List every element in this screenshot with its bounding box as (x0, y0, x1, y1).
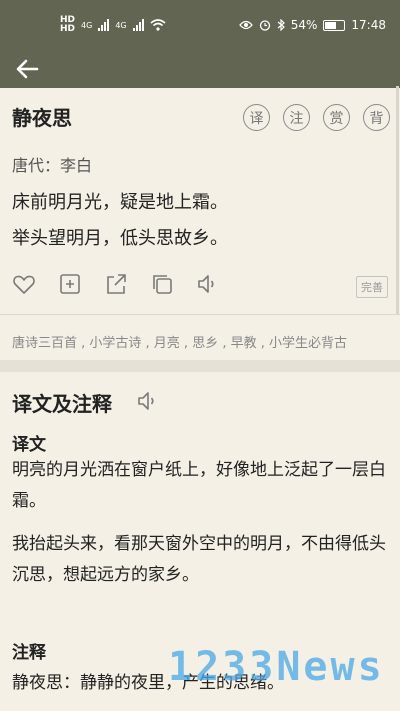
network-left-label: 4G (81, 20, 93, 30)
appreciate-button[interactable]: 赏 (323, 104, 350, 131)
translation-paragraph: 我抬起头来，看那天窗外空中的明月，不由得低头沉思，想起远方的家乡。 (12, 534, 386, 585)
section-divider (0, 360, 400, 372)
network-right-label: 4G (115, 20, 127, 30)
poem-author: 唐代：李白 (12, 156, 93, 175)
status-left: HD HD 4G 4G (60, 16, 166, 34)
annotate-button[interactable]: 注 (283, 104, 310, 131)
speaker-icon[interactable] (136, 389, 160, 413)
notes-subtitle: 注释 (12, 643, 46, 663)
wifi-icon (150, 19, 166, 31)
done-badge[interactable]: 完善 (356, 276, 388, 298)
watermark: 1233News (168, 644, 385, 690)
alarm-icon (259, 20, 270, 31)
clock: 17:48 (351, 18, 386, 32)
hd-badge: HD HD (60, 15, 76, 34)
back-button[interactable] (10, 54, 44, 84)
translation-subtitle: 译文 (12, 435, 46, 455)
poem-line: 床前明月光，疑是地上霜。 (12, 192, 228, 213)
eye-icon (238, 20, 253, 30)
divider (0, 314, 400, 315)
poem-card: 静夜思 译 注 赏 背 唐代：李白 床前明月光，疑是地上霜。 举头望明月，低头思… (0, 88, 400, 360)
app-bar (0, 50, 400, 88)
heart-icon[interactable] (12, 272, 36, 296)
share-icon[interactable] (104, 272, 128, 296)
battery-icon (323, 19, 346, 31)
status-bar: HD HD 4G 4G 54% 17:48 (0, 0, 400, 50)
recite-button[interactable]: 背 (363, 104, 390, 131)
status-right: 54% 17:48 (238, 18, 386, 32)
battery-percent: 54% (290, 18, 318, 32)
poem-mode-buttons: 译 注 赏 背 (243, 104, 390, 131)
plus-square-icon[interactable] (58, 272, 82, 296)
bluetooth-icon (277, 19, 285, 31)
speaker-icon[interactable] (196, 272, 220, 296)
copy-icon[interactable] (150, 272, 174, 296)
section-title: 译文及注释 (12, 392, 112, 416)
scrollbar[interactable] (396, 86, 399, 314)
poem-tags[interactable]: 唐诗三百首 , 小学古诗 , 月亮 , 思乡 , 早教 , 小学生必背古 (12, 332, 347, 351)
arrow-left-icon (16, 59, 39, 79)
translation-paragraph: 明亮的月光洒在窗户纸上，好像地上泛起了一层白霜。 (12, 460, 386, 511)
poem-title: 静夜思 (12, 106, 72, 130)
translate-button[interactable]: 译 (243, 104, 270, 131)
poem-line: 举头望明月，低头思故乡。 (12, 228, 228, 249)
poem-actions (12, 272, 220, 296)
signal-right-icon (132, 19, 144, 31)
signal-left-icon (98, 19, 110, 31)
